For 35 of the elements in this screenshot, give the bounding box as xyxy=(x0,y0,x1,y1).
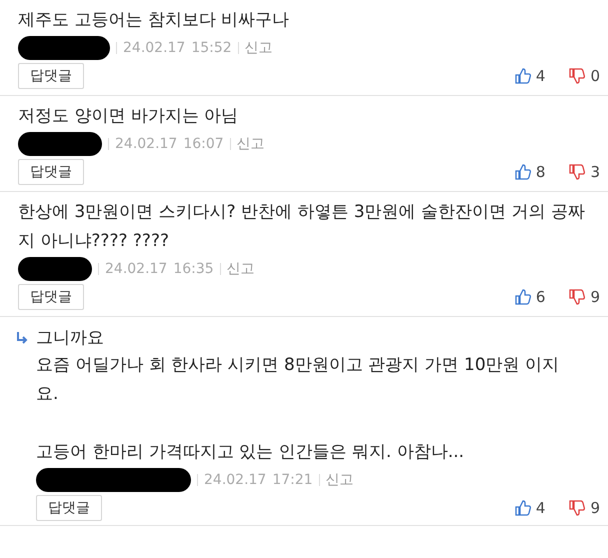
thumbs-down-icon xyxy=(569,289,586,305)
comment-date: 24.02.17 xyxy=(105,261,168,277)
thumbs-down-icon xyxy=(569,164,586,180)
reply-button[interactable]: 답댓글 xyxy=(18,63,84,89)
like-button[interactable]: 8 xyxy=(514,163,546,181)
reply-title: 그니까요 xyxy=(36,327,105,350)
thumbs-up-icon xyxy=(514,164,531,180)
reply-button[interactable]: 답댓글 xyxy=(18,159,84,185)
like-button[interactable]: 6 xyxy=(514,288,546,306)
comment-text: 제주도 고등어는 참치보다 비싸구나 xyxy=(18,9,290,32)
thumbs-up-icon xyxy=(514,289,531,305)
comment-time: 16:35 xyxy=(173,261,214,277)
reply-button[interactable]: 답댓글 xyxy=(18,284,84,310)
comment-date: 24.02.17 xyxy=(123,40,186,56)
thumbs-down-icon xyxy=(569,500,586,516)
thumbs-up-icon xyxy=(514,500,531,516)
thumbs-down-icon xyxy=(569,68,586,84)
comment-text: 한상에 3만원이면 스키다시? 반찬에 하옇튼 3만원에 술한잔이면 거의 공짜지 아니냐???? ???? xyxy=(18,201,586,253)
comment-text: 요즘 어딜가나 회 한사라 시키면 8만원이고 관광지 가면 10만원 이지요. xyxy=(36,354,560,406)
reply-arrow-icon xyxy=(16,331,28,345)
comment-time: 15:52 xyxy=(191,40,232,56)
dislike-button[interactable]: 9 xyxy=(569,499,600,517)
like-button[interactable]: 4 xyxy=(514,499,546,517)
comment-time: 16:07 xyxy=(183,136,224,152)
dislike-button[interactable]: 0 xyxy=(569,67,600,85)
reply-button[interactable]: 답댓글 xyxy=(36,495,102,521)
like-button[interactable]: 4 xyxy=(514,67,546,85)
comment-text: 저정도 양이면 바가지는 아님 xyxy=(18,105,240,128)
comment-date: 24.02.17 xyxy=(204,472,266,488)
dislike-button[interactable]: 9 xyxy=(569,288,600,306)
comment-date: 24.02.17 xyxy=(115,136,178,152)
comment-text: 고등어 한마리 가격따지고 있는 인간들은 뭐지. 아참나... xyxy=(36,441,466,464)
thumbs-up-icon xyxy=(514,68,531,84)
comment-time: 17:21 xyxy=(272,472,313,488)
dislike-button[interactable]: 3 xyxy=(569,163,600,181)
